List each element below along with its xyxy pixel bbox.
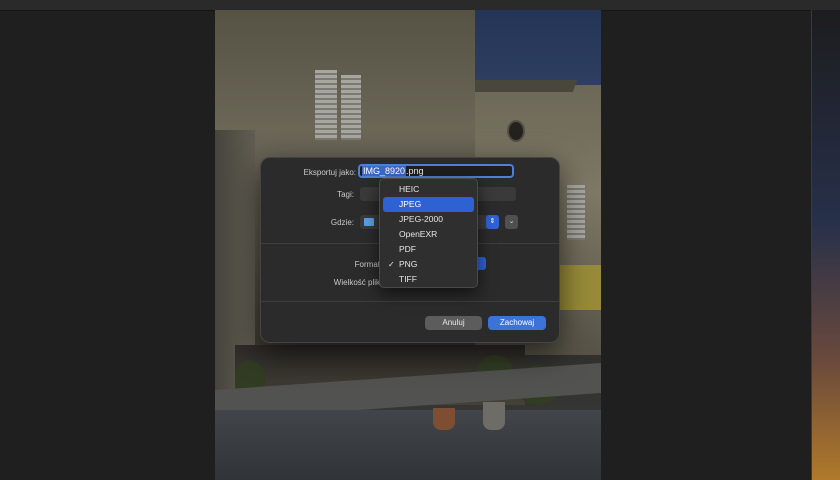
format-dropdown-menu: HEIC JPEG JPEG-2000 OpenEXR PDF ✓ PNG TIF…: [379, 178, 478, 288]
location-stepper-icon[interactable]: ⇕: [486, 215, 499, 229]
filename-input[interactable]: IMG_8920.png: [358, 164, 514, 178]
menu-item-label: PNG: [399, 259, 418, 269]
menu-item-label: OpenEXR: [399, 229, 438, 239]
checkmark-icon: ✓: [388, 260, 395, 269]
menu-item-label: TIFF: [399, 274, 417, 284]
tags-label: Tagi:: [337, 190, 354, 199]
expand-chevron-icon[interactable]: ⌄: [505, 215, 518, 229]
format-label: Format: [354, 260, 380, 269]
format-option-heic[interactable]: HEIC: [383, 182, 474, 197]
format-option-jpeg[interactable]: JPEG: [383, 197, 474, 212]
folder-icon: [364, 218, 374, 226]
format-option-png[interactable]: ✓ PNG: [383, 257, 474, 272]
menu-item-label: JPEG-2000: [399, 214, 443, 224]
file-size-label: Wielkość plik: [333, 278, 380, 287]
where-label: Gdzie:: [330, 218, 354, 227]
separator: [261, 301, 559, 302]
format-option-openexr[interactable]: OpenEXR: [383, 227, 474, 242]
format-option-pdf[interactable]: PDF: [383, 242, 474, 257]
menu-item-label: JPEG: [399, 199, 422, 209]
filename-extension: .png: [406, 166, 424, 176]
format-option-tiff[interactable]: TIFF: [383, 272, 474, 287]
cancel-button[interactable]: Anuluj: [425, 316, 482, 330]
desktop-background-strip: [812, 10, 840, 480]
export-as-label: Eksportuj jako:: [303, 168, 356, 177]
menu-item-label: PDF: [399, 244, 416, 254]
format-option-jpeg2000[interactable]: JPEG-2000: [383, 212, 474, 227]
menu-item-label: HEIC: [399, 184, 420, 194]
save-button[interactable]: Zachowaj: [488, 316, 546, 330]
filename-selected-text: IMG_8920: [362, 166, 407, 176]
